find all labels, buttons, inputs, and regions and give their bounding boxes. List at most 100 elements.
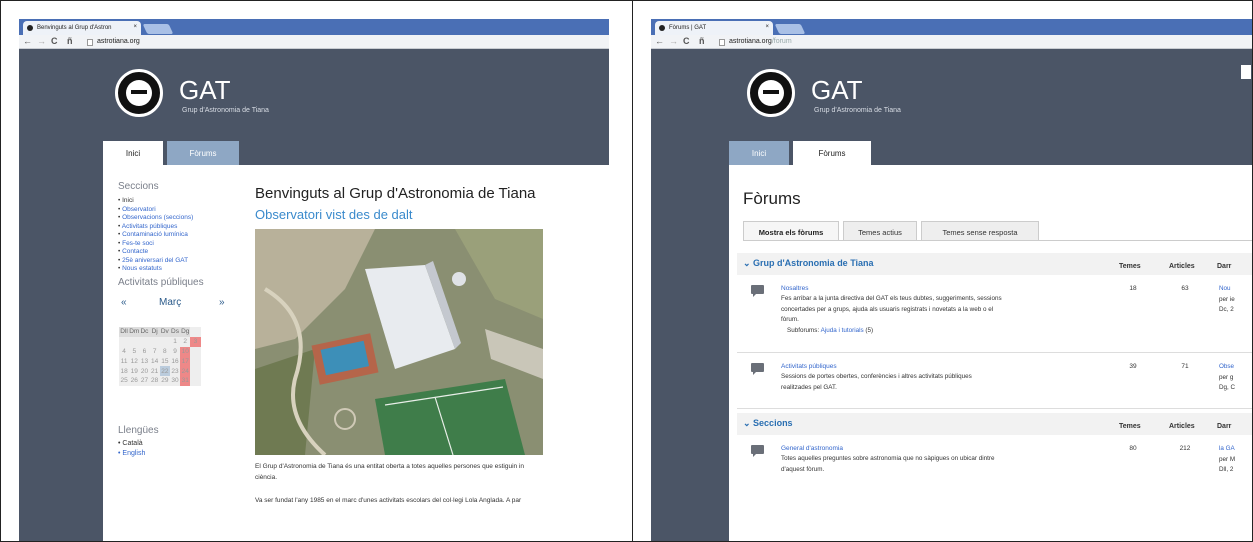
calendar-day[interactable]: 30 [170,376,180,386]
forum-tabs: Mostra els fòrums Temes actius Temes sen… [743,221,1252,241]
calendar-day[interactable]: 17 [180,356,191,367]
tab-forums[interactable]: Fòrums [793,141,871,165]
main-content: Fòrums Mostra els fòrums Temes actius Te… [729,165,1252,541]
forum-link-activitats[interactable]: Activitats públiques [781,363,837,370]
calendar-day[interactable]: 26 [129,376,139,386]
tab-forums[interactable]: Fòrums [167,141,239,165]
sections-list: Inici Observatori Observacions (seccions… [118,197,194,274]
calendar-day[interactable]: 25 [119,376,129,386]
calendar-day[interactable]: 11 [119,356,129,366]
calendar-day[interactable]: 31 [180,375,191,386]
category-name[interactable]: ⌄ Seccions [743,418,793,429]
page-icon [87,39,93,46]
calendar-day[interactable]: 12 [129,356,139,366]
last-post-info: Obse per g Dg, C [1219,363,1236,391]
calendar-day[interactable]: 3 [190,336,201,347]
forum-link-general[interactable]: General d'astronomia [781,445,843,452]
browser-tab[interactable]: Benvinguts al Grup d'Astron × [23,21,141,35]
new-tab-button[interactable] [142,24,174,34]
forward-arrow-icon[interactable]: → [669,36,678,46]
calendar-day[interactable]: 14 [150,356,160,366]
category-name[interactable]: ⌄ Grup d'Astronomia de Tiana [743,258,874,269]
calendar-day[interactable]: 21 [150,366,160,376]
close-tab-icon[interactable]: × [765,24,769,30]
articles-count: 212 [1179,445,1191,452]
calendar-day[interactable]: 24 [180,366,191,376]
calendar-day[interactable]: 16 [170,356,180,366]
calendar-day[interactable]: 1 [170,337,180,347]
tab-unanswered-topics[interactable]: Temes sense resposta [921,221,1039,241]
address-bar[interactable]: astrotiana.org/forum [717,37,1252,48]
prev-month-button[interactable]: « [121,297,127,308]
calendar-day[interactable]: 15 [160,356,170,366]
calendar-day[interactable]: 4 [119,347,129,357]
close-tab-icon[interactable]: × [133,24,137,30]
new-tab-button[interactable] [774,24,806,34]
calendar-day[interactable]: 6 [139,347,149,357]
calendar-day[interactable]: 28 [150,376,160,386]
calendar-day[interactable]: 13 [139,356,149,366]
last-post-info: la GA per M Dll, 2 [1219,445,1236,473]
tab-inici[interactable]: Inici [103,141,163,165]
calendar-day[interactable]: 7 [150,347,160,357]
page-icon [719,39,725,46]
next-month-button[interactable]: » [219,297,225,308]
address-bar[interactable]: astrotiana.org [85,37,609,48]
tab-inici[interactable]: Inici [729,141,789,165]
calendar-day[interactable]: 18 [119,366,129,376]
forward-arrow-icon[interactable]: → [37,36,46,46]
column-articles: Articles [1169,263,1195,270]
sidebar-item-aniversari[interactable]: 25è aniversari del GAT [118,257,193,266]
forum-description: Totes aquelles preguntes sobre astronomi… [781,455,995,473]
sidebar-item-observacions[interactable]: Observacions (seccions) [118,214,193,223]
favicon-icon [27,25,33,31]
sidebar-item-contacte[interactable]: Contacte [118,248,193,257]
calendar-day[interactable]: 5 [129,347,139,357]
url-host: astrotiana.org [729,38,772,45]
browser-toolbar: ← → C ñ astrotiana.org [19,35,609,49]
back-arrow-icon[interactable]: ← [655,36,664,46]
weekday-header: Dj [149,327,160,337]
sidebar-item-activitats[interactable]: Activitats públiques [118,223,193,232]
site-background: GAT Grup d'Astronomia de Tiana Inici Fòr… [19,49,609,541]
sidebar-item-fes-te-soci[interactable]: Fes-te soci [118,240,193,249]
tab-title: Benvinguts al Grup d'Astron [37,25,112,31]
language-catala[interactable]: Català [118,439,145,449]
sidebar-item-observatori[interactable]: Observatori [118,206,193,215]
sidebar-item-estatuts[interactable]: Nous estatuts [118,265,193,274]
column-topics: Temes [1119,263,1141,270]
calendar-day[interactable]: 23 [170,366,180,376]
forum-description: Fes arribar a la junta directiva del GAT… [781,295,1002,323]
sidebar-item-inici[interactable]: Inici [118,197,193,206]
sidebar-item-contaminacio[interactable]: Contaminació lumínica [118,231,193,240]
tab-show-forums[interactable]: Mostra els fòrums [743,221,839,241]
url-path: /forum [771,38,792,45]
header-widget [1241,65,1251,79]
browser-tab[interactable]: Fòrums | GAT × [655,21,773,35]
calendar-day[interactable]: 8 [160,347,170,357]
tab-active-topics[interactable]: Temes actius [843,221,917,241]
language-english[interactable]: English [118,449,145,459]
calendar-day[interactable]: 19 [129,366,139,376]
calendar-day[interactable]: 9 [170,347,180,357]
column-topics: Temes [1119,423,1141,430]
reload-icon[interactable]: C [51,36,58,46]
home-icon[interactable]: ñ [67,36,73,46]
calendar-day[interactable]: 29 [160,376,170,386]
reload-icon[interactable]: C [683,36,690,46]
articles-count: 63 [1181,285,1189,292]
column-last-post: Darr [1217,423,1232,430]
column-last-post: Darr [1217,263,1232,270]
calendar-day[interactable]: 27 [139,376,149,386]
subforum-link[interactable]: Ajuda i tutorials [821,327,864,334]
calendar-day[interactable]: 10 [180,346,191,357]
last-post-info: Nou per ie Dc, 2 [1219,285,1235,313]
calendar-day[interactable]: 20 [139,366,149,376]
calendar-day[interactable]: 22 [159,366,170,376]
calendar-day[interactable]: 2 [180,337,190,347]
site-tagline: Grup d'Astronomia de Tiana [182,107,269,114]
intro-paragraph-line2: ciència. [255,474,278,481]
forum-link-nosaltres[interactable]: Nosaltres [781,285,808,292]
home-icon[interactable]: ñ [699,36,705,46]
back-arrow-icon[interactable]: ← [23,36,32,46]
